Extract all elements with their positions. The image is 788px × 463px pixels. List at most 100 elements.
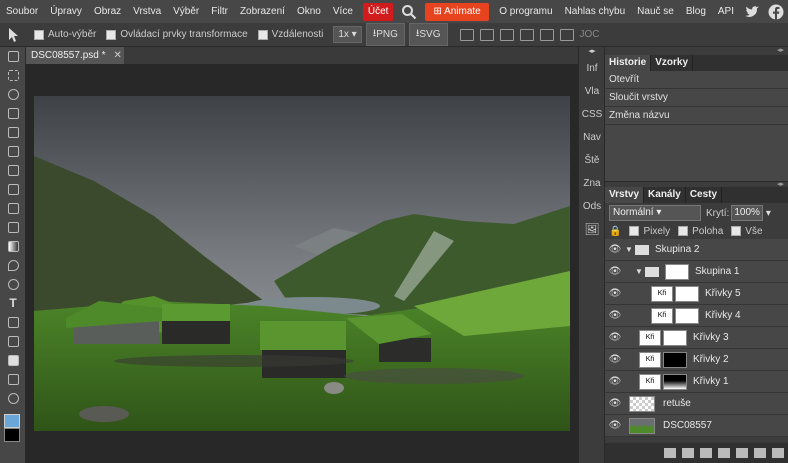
tab-paths[interactable]: Cesty [686, 187, 723, 203]
menu-vrstva[interactable]: Vrstva [127, 0, 167, 23]
quick-select-tool[interactable] [0, 104, 26, 123]
distances-option[interactable]: Vzdálenosti [257, 29, 323, 40]
menu-vyber[interactable]: Výběr [167, 0, 205, 23]
blend-mode-select[interactable]: Normální ▾ [609, 205, 701, 221]
menu-about[interactable]: O programu [493, 0, 558, 23]
eye-icon[interactable]: 👁 [605, 332, 625, 343]
menu-zobrazeni[interactable]: Zobrazení [234, 0, 291, 23]
move-tool[interactable] [0, 47, 26, 66]
mini-panel-info[interactable]: Inf [579, 57, 605, 80]
layer-mask-thumbnail[interactable] [663, 351, 687, 368]
distances-checkbox[interactable] [257, 29, 268, 40]
eye-icon[interactable]: 👁 [605, 398, 625, 409]
layer-row[interactable]: 👁 Kři Křivky 4 [605, 305, 788, 327]
facebook-icon[interactable] [768, 4, 784, 20]
eye-icon[interactable]: 👁 [605, 244, 625, 255]
layer-row[interactable]: 👁 retuše [605, 393, 788, 415]
align-center-icon[interactable] [479, 28, 494, 41]
eyedropper-tool[interactable] [0, 142, 26, 161]
lock-position-checkbox[interactable] [678, 226, 689, 236]
mini-panel-paragraph[interactable]: Ods [579, 195, 605, 218]
canvas-area[interactable] [26, 64, 578, 463]
layer-row[interactable]: 👁 Kři Křivky 1 [605, 371, 788, 393]
menu-okno[interactable]: Okno [291, 0, 327, 23]
align-left-icon[interactable] [459, 28, 474, 41]
new-layer-icon[interactable] [754, 448, 766, 458]
menu-learn[interactable]: Nauč se [631, 0, 680, 23]
history-item[interactable]: Otevřít [605, 71, 788, 89]
menu-filtr[interactable]: Filtr [205, 0, 234, 23]
zoom-select[interactable]: 1x ▾ [333, 26, 362, 43]
effects-icon[interactable] [682, 448, 694, 458]
layer-row[interactable]: 👁 Kři Křivky 2 [605, 349, 788, 371]
eye-icon[interactable]: 👁 [605, 376, 625, 387]
shape-tool[interactable] [0, 351, 26, 370]
layer-mask-thumbnail[interactable] [675, 285, 699, 302]
auto-select-option[interactable]: Auto-výběr [34, 29, 96, 40]
background-color-swatch[interactable] [4, 428, 20, 442]
tab-history[interactable]: Historie [605, 55, 652, 71]
link-icon[interactable] [664, 448, 676, 458]
mini-panel-brushes[interactable]: Ště [579, 149, 605, 172]
layer-row[interactable]: 👁 ▼ Skupina 1 [605, 261, 788, 283]
type-tool[interactable]: T [0, 294, 26, 313]
pen-tool[interactable] [0, 313, 26, 332]
align-top-icon[interactable] [519, 28, 534, 41]
menu-soubor[interactable]: Soubor [0, 0, 44, 23]
tab-channels[interactable]: Kanály [644, 187, 686, 203]
export-svg-button[interactable]: ⭳ SVG [408, 23, 448, 46]
transform-controls-checkbox[interactable] [106, 29, 117, 40]
foreground-color-swatch[interactable] [4, 414, 20, 428]
adjustment-icon[interactable] [700, 448, 712, 458]
lasso-tool[interactable] [0, 85, 26, 104]
twitter-icon[interactable] [744, 4, 760, 20]
lock-pixels-checkbox[interactable] [629, 226, 640, 236]
chevron-down-icon[interactable]: ▼ [625, 245, 635, 254]
menu-obraz[interactable]: Obraz [88, 0, 127, 23]
trash-icon[interactable] [772, 448, 784, 458]
zoom-tool[interactable] [0, 389, 26, 408]
eye-icon[interactable]: 👁 [605, 354, 625, 365]
path-select-tool[interactable] [0, 332, 26, 351]
mini-panel-properties[interactable]: Vla [579, 80, 605, 103]
lock-all-checkbox[interactable] [731, 226, 742, 236]
search-icon[interactable] [401, 4, 417, 20]
menu-report-bug[interactable]: Nahlas chybu [559, 0, 632, 23]
panel-collapse-icon[interactable]: ◂▸ [605, 47, 788, 55]
healing-tool[interactable] [0, 161, 26, 180]
eye-icon[interactable]: 👁 [605, 266, 625, 277]
auto-select-checkbox[interactable] [34, 29, 44, 40]
marquee-tool[interactable] [0, 66, 26, 85]
opacity-input[interactable]: 100% [731, 205, 763, 221]
tab-layers[interactable]: Vrstvy [605, 187, 645, 203]
align-bottom-icon[interactable] [559, 28, 574, 41]
menu-api[interactable]: API [712, 0, 740, 23]
layer-mask-thumbnail[interactable] [663, 329, 687, 346]
clone-stamp-tool[interactable] [0, 199, 26, 218]
distribute-label[interactable]: JOC [580, 29, 600, 40]
layer-row[interactable]: 👁 Kři Křivky 5 [605, 283, 788, 305]
export-png-button[interactable]: ⭳ PNG [365, 23, 405, 46]
layer-row[interactable]: 👁 Kři Křivky 3 [605, 327, 788, 349]
layer-mask-thumbnail[interactable] [663, 373, 687, 390]
history-item[interactable]: Změna názvu [605, 107, 788, 125]
layer-mask-thumbnail[interactable] [675, 307, 699, 324]
menu-vice[interactable]: Více [327, 0, 359, 23]
transform-controls-option[interactable]: Ovládací prvky transformace [106, 29, 248, 40]
opacity-dropdown-icon[interactable]: ▾ [766, 208, 771, 219]
document-tab[interactable]: DSC08557.psd * ✕ [26, 47, 124, 64]
image-icon[interactable]: 🖼 [579, 218, 605, 241]
layer-mask-thumbnail[interactable] [665, 263, 689, 280]
mini-panel-css[interactable]: CSS [579, 103, 605, 126]
dodge-tool[interactable] [0, 275, 26, 294]
eye-icon[interactable]: 👁 [605, 420, 625, 431]
align-right-icon[interactable] [499, 28, 514, 41]
align-middle-icon[interactable] [539, 28, 554, 41]
folder-icon[interactable] [736, 448, 748, 458]
mini-panel-expand[interactable]: ◂▸ [579, 47, 605, 57]
mini-panel-navigator[interactable]: Nav [579, 126, 605, 149]
tab-swatches[interactable]: Vzorky [651, 55, 694, 71]
eye-icon[interactable]: 👁 [605, 310, 625, 321]
eye-icon[interactable]: 👁 [605, 288, 625, 299]
crop-tool[interactable] [0, 123, 26, 142]
